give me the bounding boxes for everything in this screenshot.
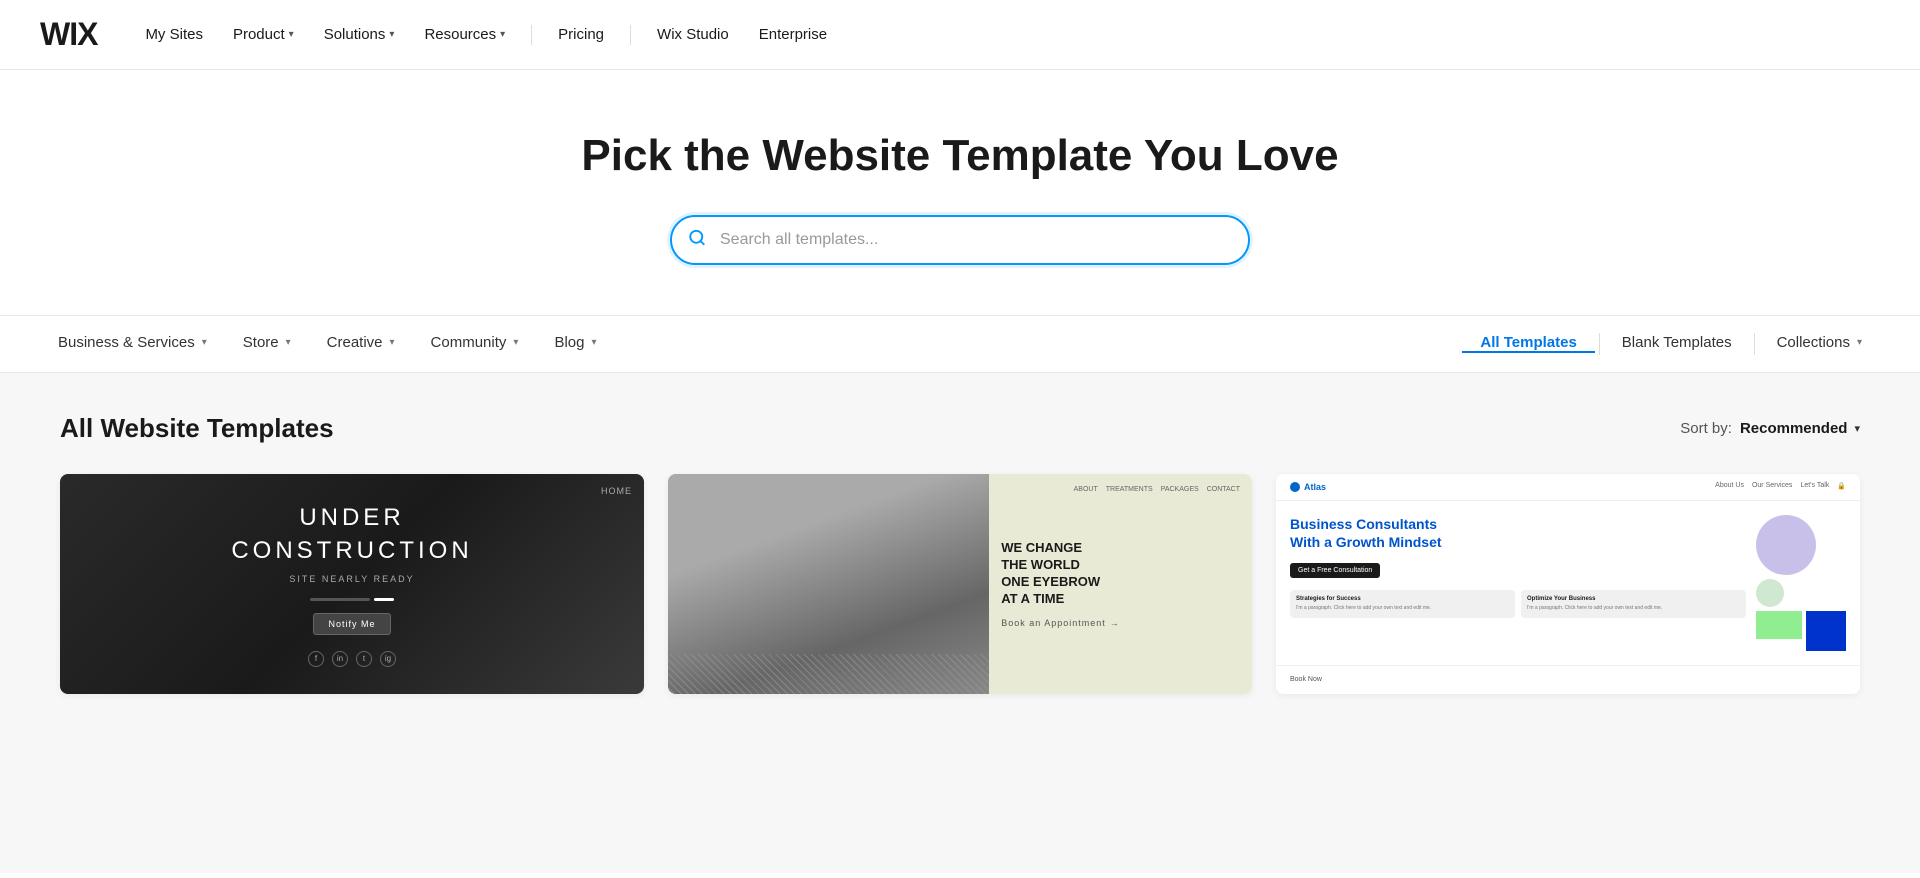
nav-item-solutions[interactable]: Solutions ▾	[312, 18, 407, 51]
hero-section: Pick the Website Template You Love	[0, 70, 1920, 315]
atlas-stats: Strategies for Success I'm a paragraph. …	[1290, 590, 1746, 618]
nav-item-wix-studio[interactable]: Wix Studio	[645, 18, 741, 51]
uc-social-icons: f in t ig	[308, 651, 396, 667]
store-chevron-icon: ▾	[286, 337, 291, 348]
atlas-logo: Atlas	[1290, 482, 1326, 492]
atlas-shapes	[1756, 515, 1846, 651]
brw-nav-links: ABOUT TREATMENTS PACKAGES CONTACT	[1074, 486, 1240, 496]
category-nav: Business & Services ▾ Store ▾ Creative ▾…	[0, 315, 1920, 373]
atlas-nav: Atlas About Us Our Services Let's Talk 🔒	[1276, 474, 1860, 501]
footer-link: Book Now	[1290, 676, 1322, 683]
nav-item-product[interactable]: Product ▾	[221, 18, 306, 51]
template-card-business-consultants[interactable]: Atlas About Us Our Services Let's Talk 🔒	[1276, 474, 1860, 694]
sort-chevron-icon: ▾	[1854, 422, 1860, 435]
stat-1-text: I'm a paragraph. Click here to add your …	[1296, 605, 1509, 612]
search-container	[670, 215, 1250, 265]
atlas-cta-button: Get a Free Consultation	[1290, 563, 1380, 578]
template-thumb-1: HOME UNDER CONSTRUCTION SITE NEARLY READ…	[60, 474, 644, 694]
template-card-brw-beauty[interactable]: BRW. ABOUT TREATMENTS PACKAGES CONTACT	[668, 474, 1252, 694]
thumb-business: Atlas About Us Our Services Let's Talk 🔒	[1276, 474, 1860, 694]
brw-face-image	[668, 474, 989, 694]
community-chevron-icon: ▾	[513, 337, 518, 348]
cat-item-blank-templates[interactable]: Blank Templates	[1604, 334, 1750, 353]
cat-item-store[interactable]: Store ▾	[225, 316, 309, 372]
uc-title: UNDER CONSTRUCTION	[231, 501, 472, 568]
creative-chevron-icon: ▾	[390, 337, 395, 348]
atlas-logo-icon	[1290, 482, 1300, 492]
atlas-text-content: Business Consultants With a Growth Minds…	[1290, 515, 1746, 651]
progress-dark	[310, 598, 370, 601]
instagram-icon: ig	[380, 651, 396, 667]
brw-side-content: WE CHANGE THE WORLD ONE EYEBROW AT A TIM…	[989, 474, 1252, 694]
template-card-under-construction[interactable]: HOME UNDER CONSTRUCTION SITE NEARLY READ…	[60, 474, 644, 694]
resources-chevron-icon: ▾	[500, 29, 505, 40]
uc-subtitle: SITE NEARLY READY	[289, 574, 414, 584]
cat-item-blog[interactable]: Blog ▾	[536, 316, 614, 372]
template-thumb-2: BRW. ABOUT TREATMENTS PACKAGES CONTACT	[668, 474, 1252, 694]
stat-2: Optimize Your Business I'm a paragraph. …	[1521, 590, 1746, 618]
thumb-under-construction: HOME UNDER CONSTRUCTION SITE NEARLY READ…	[60, 474, 644, 694]
atlas-footer: Book Now	[1276, 665, 1860, 693]
nav-divider-1	[531, 25, 532, 45]
uc-progress-bar	[310, 598, 394, 601]
section-title: All Website Templates	[60, 413, 334, 444]
cat-right-group: All Templates Blank Templates Collection…	[1462, 333, 1880, 355]
nav-divider-2	[630, 25, 631, 45]
main-header: All Website Templates Sort by: Recommend…	[60, 413, 1860, 444]
nav-item-resources[interactable]: Resources ▾	[412, 18, 517, 51]
shape-purple-circle	[1756, 515, 1816, 575]
cat-item-creative[interactable]: Creative ▾	[309, 316, 413, 372]
nav-item-my-sites[interactable]: My Sites	[133, 18, 215, 51]
stat-2-text: I'm a paragraph. Click here to add your …	[1527, 605, 1740, 612]
stat-2-title: Optimize Your Business	[1527, 596, 1740, 602]
facebook-icon: f	[308, 651, 324, 667]
main-content: All Website Templates Sort by: Recommend…	[0, 373, 1920, 873]
sort-control[interactable]: Sort by: Recommended ▾	[1680, 420, 1860, 437]
hero-title: Pick the Website Template You Love	[581, 130, 1338, 183]
template-thumb-3: Atlas About Us Our Services Let's Talk 🔒	[1276, 474, 1860, 694]
stat-1: Strategies for Success I'm a paragraph. …	[1290, 590, 1515, 618]
progress-light	[374, 598, 394, 601]
nav-item-pricing[interactable]: Pricing	[546, 18, 616, 51]
shape-green-circle	[1756, 579, 1784, 607]
business-services-chevron-icon: ▾	[202, 337, 207, 348]
cat-divider-1	[1599, 333, 1600, 355]
cat-divider-2	[1754, 333, 1755, 355]
uc-cta-button: Notify Me	[313, 613, 390, 635]
cat-item-collections[interactable]: Collections ▾	[1759, 334, 1880, 353]
product-chevron-icon: ▾	[289, 29, 294, 40]
shape-lime-rect	[1756, 611, 1802, 639]
search-input[interactable]	[670, 215, 1250, 265]
stat-1-title: Strategies for Success	[1296, 596, 1509, 602]
shape-blue-square	[1806, 611, 1846, 651]
nav-item-enterprise[interactable]: Enterprise	[747, 18, 839, 51]
linkedin-icon: in	[332, 651, 348, 667]
atlas-headline: Business Consultants With a Growth Minds…	[1290, 515, 1746, 551]
cat-item-business-services[interactable]: Business & Services ▾	[40, 316, 225, 372]
thumb-beauty: BRW. ABOUT TREATMENTS PACKAGES CONTACT	[668, 474, 1252, 694]
twitter-icon: t	[356, 651, 372, 667]
blog-chevron-icon: ▾	[591, 337, 596, 348]
template-grid: HOME UNDER CONSTRUCTION SITE NEARLY READ…	[60, 474, 1860, 694]
main-nav: My Sites Product ▾ Solutions ▾ Resources…	[133, 18, 1880, 51]
brw-tagline: WE CHANGE THE WORLD ONE EYEBROW AT A TIM…	[1001, 540, 1240, 608]
cat-item-community[interactable]: Community ▾	[413, 316, 537, 372]
collections-chevron-icon: ▾	[1857, 337, 1862, 348]
atlas-nav-links: About Us Our Services Let's Talk 🔒	[1715, 482, 1846, 492]
brw-cta: Book an Appointment	[1001, 618, 1240, 628]
cat-item-all-templates[interactable]: All Templates	[1462, 334, 1594, 353]
uc-nav-text: HOME	[601, 486, 632, 496]
header: WIX My Sites Product ▾ Solutions ▾ Resou…	[0, 0, 1920, 70]
wix-logo[interactable]: WIX	[40, 16, 97, 53]
atlas-body: Business Consultants With a Growth Minds…	[1276, 501, 1860, 665]
face-stripe	[668, 654, 989, 694]
solutions-chevron-icon: ▾	[389, 29, 394, 40]
